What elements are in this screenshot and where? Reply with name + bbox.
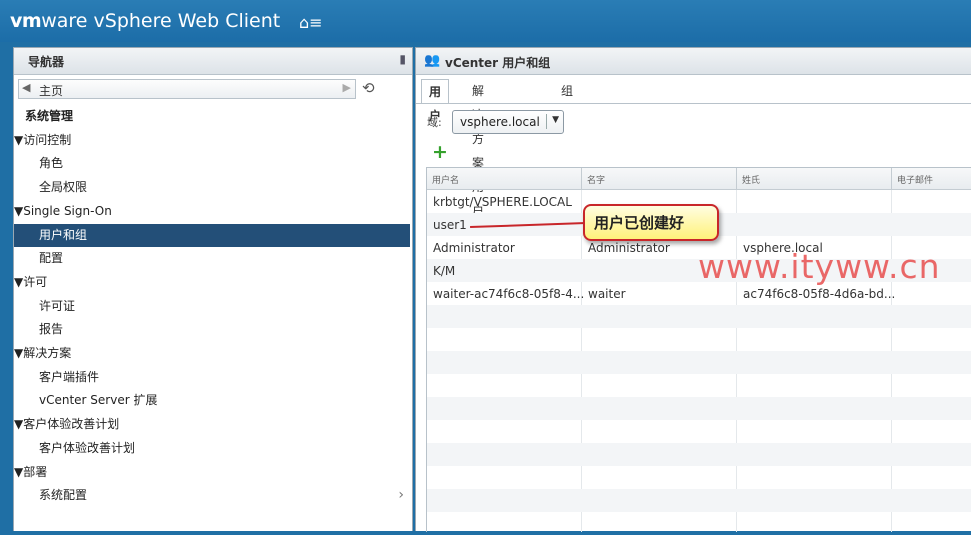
table-row — [427, 420, 971, 443]
tree-item-label: 角色 — [39, 156, 64, 171]
tree-item[interactable]: 用户和组 — [14, 223, 410, 247]
table-row — [427, 397, 971, 420]
tree-item-label: 客户体验改善计划 — [23, 417, 120, 432]
tree-item[interactable]: ▼访问控制 — [14, 129, 410, 152]
annotation-callout: 用户已创建好 — [583, 204, 719, 241]
table-row — [427, 328, 971, 351]
tab-users[interactable]: 用户 — [421, 79, 450, 123]
tree-item-label: 访问控制 — [23, 132, 72, 147]
table-row — [427, 512, 971, 535]
back-arrow-icon[interactable]: ◀ — [22, 81, 30, 94]
breadcrumb[interactable]: ◀ 主页 ▶ — [18, 79, 356, 99]
add-user-icon[interactable]: + — [432, 143, 448, 162]
expand-caret-icon[interactable]: ▼ — [14, 275, 23, 289]
tree-item[interactable]: 系统配置 › — [14, 484, 410, 507]
tree-item[interactable]: 全局权限 — [14, 176, 410, 199]
tree-item-label: vCenter Server 扩展 — [39, 393, 158, 408]
tree-item[interactable]: 客户端插件 — [14, 366, 410, 389]
main-header: 👥 vCenter 用户和组 — [416, 48, 971, 75]
tree-item-label: 许可证 — [39, 298, 76, 313]
callout-text: 用户已创建好 — [594, 214, 685, 232]
forward-arrow-icon[interactable]: ▶ — [343, 81, 351, 94]
table-row — [427, 489, 971, 512]
table-row — [427, 443, 971, 466]
tree-item-label: 客户端插件 — [39, 369, 100, 384]
table-cell: user1 — [433, 218, 467, 232]
domain-select[interactable]: vsphere.local ▼ — [452, 110, 564, 134]
tree-item[interactable]: ▼Single Sign-On — [14, 200, 410, 223]
tree-item[interactable]: ▼客户体验改善计划 — [14, 413, 410, 436]
brand-ware: ware — [41, 10, 88, 32]
home-menu-icon[interactable]: ⌂≡ — [299, 13, 323, 32]
chevron-right-icon[interactable]: › — [398, 484, 404, 507]
main-panel: 👥 vCenter 用户和组 用户 解决方案用户 组 域: vsphere.lo… — [415, 47, 971, 532]
breadcrumb-home[interactable]: 主页 — [39, 82, 63, 99]
tree-item[interactable]: ▼解决方案 — [14, 342, 410, 365]
history-icon[interactable]: ⟲ — [362, 79, 375, 97]
table-cell: waiter — [588, 287, 626, 301]
table-cell: waiter-ac74f6c8-05f8-4... — [433, 287, 585, 301]
column-header-username[interactable]: 用户名 — [432, 173, 459, 186]
tree-item-label: 客户体验改善计划 — [39, 440, 136, 455]
tree-item-label: 解决方案 — [23, 346, 72, 360]
table-row — [427, 305, 971, 328]
brand-title: vSphere Web Client — [87, 10, 281, 32]
tree-item[interactable]: ▼许可 — [14, 271, 410, 294]
domain-value: vsphere.local — [460, 115, 540, 129]
watermark: www.ityww.cn — [698, 247, 941, 286]
table-row — [427, 466, 971, 489]
tree-item[interactable]: 许可证 — [14, 295, 410, 318]
table-cell: Administrator — [433, 241, 515, 255]
tree-item-label: 配置 — [39, 251, 64, 266]
main-title: vCenter 用户和组 — [445, 56, 551, 70]
app-brand: vmware vSphere Web Client — [10, 10, 280, 32]
tab-groups[interactable]: 组 — [561, 79, 573, 102]
tree-item-label: 用户和组 — [39, 227, 88, 242]
table-cell: ac74f6c8-05f8-4d6a-bd... — [743, 287, 896, 301]
domain-label: 域: — [427, 116, 442, 129]
column-header-email[interactable]: 电子邮件 — [897, 173, 933, 186]
brand-vm: vm — [10, 10, 42, 32]
tree-item-label: 许可 — [23, 274, 48, 289]
navigator-title: 导航器 — [28, 55, 65, 69]
expand-caret-icon[interactable]: ▼ — [14, 465, 23, 479]
expand-caret-icon[interactable]: ▼ — [14, 417, 23, 431]
table-cell: Administrator — [588, 241, 670, 255]
table-cell: krbtgt/VSPHERE.LOCAL — [433, 195, 572, 209]
tree-item-label: 全局权限 — [39, 180, 88, 195]
table-row — [427, 351, 971, 374]
tab-divider — [416, 103, 971, 104]
expand-caret-icon[interactable]: ▼ — [14, 346, 23, 360]
table-header: 用户名 名字 姓氏 电子邮件 — [427, 168, 971, 190]
tree-item[interactable]: 报告 — [14, 318, 410, 341]
navigator-panel: 导航器 ▮ ◀ 主页 ▶ ⟲ 系统管理 ▼访问控制 角色 全局权限 ▼Single Si… — [13, 47, 413, 531]
select-divider — [546, 114, 547, 129]
users-icon: 👥 — [424, 53, 441, 68]
tree-item-label: 部署 — [23, 464, 48, 479]
column-header-first-name[interactable]: 名字 — [587, 173, 605, 186]
tree-item[interactable]: 配置 — [14, 247, 410, 270]
column-header-last-name[interactable]: 姓氏 — [742, 173, 760, 186]
pin-icon[interactable]: ▮ — [399, 52, 406, 66]
top-bar: vmware vSphere Web Client ⌂≡ — [0, 0, 971, 42]
tree-item[interactable]: 系统管理 — [14, 105, 421, 128]
tab-solution-users[interactable]: 解决方案用户 — [472, 79, 484, 218]
table-row — [427, 374, 971, 397]
header-divider[interactable] — [891, 168, 892, 189]
tree-item[interactable]: ▼部署 — [14, 461, 410, 484]
header-divider[interactable] — [581, 168, 582, 189]
expand-caret-icon[interactable]: ▼ — [14, 204, 23, 218]
table-cell: K/M — [433, 264, 456, 278]
tree-item[interactable]: 角色 — [14, 152, 410, 175]
expand-caret-icon[interactable]: ▼ — [14, 133, 23, 147]
header-divider[interactable] — [736, 168, 737, 189]
navigator-header: 导航器 ▮ — [14, 48, 412, 75]
tree-item-label: 系统配置 — [39, 488, 88, 503]
tree-item[interactable]: vCenter Server 扩展 — [14, 389, 410, 412]
tree-item[interactable]: 客户体验改善计划 — [14, 437, 410, 460]
dropdown-arrow-icon[interactable]: ▼ — [552, 115, 559, 125]
tree-item-label: 报告 — [39, 322, 64, 337]
tree-item-label: Single Sign-On — [23, 203, 112, 218]
